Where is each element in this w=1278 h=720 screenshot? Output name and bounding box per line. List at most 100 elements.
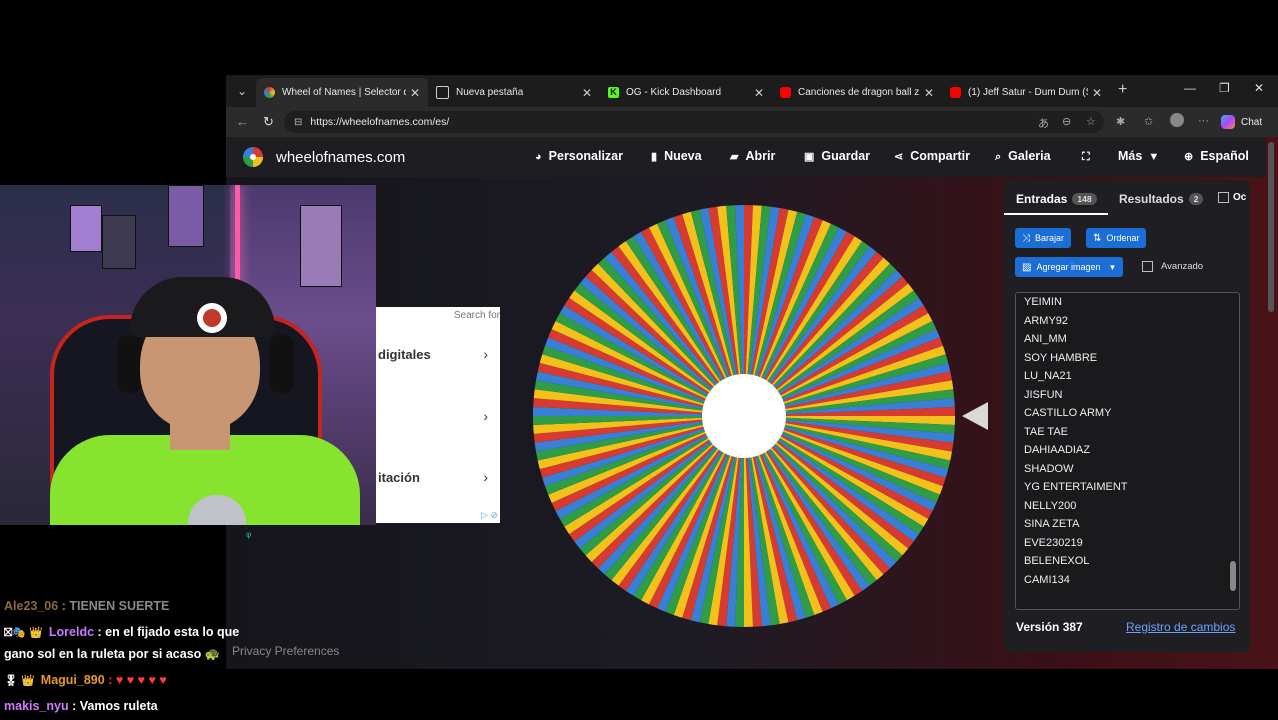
chat-username: makis_nyu	[4, 699, 69, 713]
chat-text: : ♥ ♥ ♥ ♥ ♥	[108, 673, 167, 687]
ad-row[interactable]: digitales	[378, 347, 431, 362]
favorite-star-icon[interactable]: ☆	[1086, 115, 1096, 128]
back-arrow-icon[interactable]: ←	[236, 114, 249, 129]
entries-scrollbar[interactable]	[1230, 295, 1236, 605]
youtube-favicon-icon	[780, 87, 791, 98]
nav-compartir[interactable]: ⋖ Compartir	[894, 149, 970, 163]
entry-item: SOY HAMBRE	[1024, 351, 1098, 364]
tab-youtube-jeff-satur[interactable]: (1) Jeff Satur - Dum Dum (Sub ✕	[942, 78, 1110, 107]
privacy-preferences-link[interactable]: Privacy Preferences	[232, 644, 339, 658]
entries-scrollbar-thumb[interactable]	[1230, 561, 1236, 591]
webcam-headphone	[118, 335, 142, 393]
url-text: https://wheelofnames.com/es/	[310, 116, 450, 128]
close-icon[interactable]: ✕	[1092, 86, 1102, 100]
chat-text: : en el fijado esta lo que	[97, 625, 240, 639]
nav-guardar[interactable]: ▣ Guardar	[804, 149, 870, 163]
entry-item: LU_NA21	[1024, 370, 1072, 382]
entry-item: BELENEXOL	[1024, 555, 1090, 567]
add-image-button[interactable]: ▨ Agregar imagen ▼	[1015, 257, 1124, 277]
hide-panel-toggle[interactable]: Oc	[1218, 192, 1246, 203]
address-bar-row: ← ↻ ⊟ https://wheelofnames.com/es/ あ ⊖ ☆…	[226, 107, 1278, 137]
more-options-icon[interactable]: ···	[1198, 115, 1209, 127]
sort-button[interactable]: ⇅ Ordenar	[1086, 228, 1147, 248]
ad-row[interactable]: itación	[378, 470, 420, 485]
wheel-center[interactable]	[702, 374, 786, 458]
wheelofnames-favicon-icon	[264, 87, 275, 98]
page-scrollbar-thumb[interactable]	[1268, 142, 1274, 312]
new-tab-plus-icon[interactable]: +	[1118, 81, 1127, 99]
entry-item: TAE TAE	[1024, 425, 1069, 438]
chat-text: : TIENEN SUERTE	[61, 599, 170, 613]
chat-badges: ⛝🎭 👑	[4, 627, 46, 639]
copilot-icon	[1221, 115, 1235, 129]
changelog-link[interactable]: Registro de cambios	[1126, 620, 1235, 634]
tracking-icon[interactable]: ⊖	[1062, 115, 1071, 128]
tab-youtube-dragon-ball[interactable]: Canciones de dragon ball z pel ✕	[772, 78, 942, 107]
tab-label: Canciones de dragon ball z pel	[798, 87, 920, 98]
chat-message: Ale23_06 : TIENEN SUERTE	[4, 599, 169, 613]
close-icon[interactable]: ✕	[582, 86, 592, 100]
tab-resultados[interactable]: Resultados 2	[1119, 192, 1204, 206]
copilot-chat-button[interactable]: Chat	[1221, 112, 1262, 132]
checkbox-icon	[1218, 192, 1229, 203]
entry-item: YEIMIN	[1024, 296, 1062, 308]
chevron-down-icon: ▼	[1108, 262, 1117, 272]
tab-kick-dashboard[interactable]: K OG - Kick Dashboard ✕	[600, 78, 772, 107]
translate-icon[interactable]: あ	[1038, 115, 1049, 131]
favorites-icon[interactable]: ✩	[1144, 115, 1153, 128]
window-close-icon[interactable]: ✕	[1254, 81, 1264, 95]
tab-new-tab[interactable]: Nueva pestaña ✕	[428, 78, 600, 107]
results-count-badge: 2	[1188, 193, 1204, 205]
entry-item: JISFUN	[1024, 388, 1063, 401]
active-tab-underline	[1004, 213, 1108, 215]
page-scrollbar[interactable]	[1268, 142, 1274, 642]
ad-choices-icon[interactable]: ▷ ⊘	[481, 510, 498, 521]
ad-box[interactable]: Search for digitales › › itación › ▷ ⊘	[376, 307, 500, 523]
reload-icon[interactable]: ↻	[263, 114, 274, 130]
nav-personalizar[interactable]: ◕ Personalizar	[535, 149, 623, 163]
restore-icon[interactable]: ❐	[1219, 81, 1230, 95]
profile-avatar[interactable]	[1170, 113, 1184, 127]
advanced-checkbox[interactable]: Avanzado	[1142, 261, 1203, 272]
palette-icon: ◕	[535, 151, 542, 163]
webcam-poster	[300, 205, 342, 287]
nav-mas[interactable]: Más ▼	[1118, 149, 1159, 163]
nav-idioma[interactable]: ⊕ Español	[1184, 149, 1249, 163]
chat-username: Ale23_06	[4, 599, 59, 613]
logo-text: wheelofnames.com	[276, 148, 406, 166]
extensions-icon[interactable]: ✱	[1116, 115, 1125, 128]
url-field[interactable]: ⊟ https://wheelofnames.com/es/	[284, 111, 1104, 133]
tab-entradas[interactable]: Entradas 148	[1016, 192, 1097, 206]
webcam-cap-logo	[197, 303, 227, 333]
entry-item: NELLY200	[1024, 499, 1077, 512]
nav-nueva[interactable]: ▮ Nueva	[651, 149, 702, 163]
shuffle-button[interactable]: ⤨ Barajar	[1015, 228, 1072, 248]
nav-abrir[interactable]: ▰ Abrir	[730, 149, 775, 163]
name-wheel[interactable]	[532, 204, 956, 628]
site-logo[interactable]: wheelofnames.com	[242, 146, 405, 168]
minimize-icon[interactable]: —	[1184, 81, 1196, 95]
fullscreen-icon: ⛶	[1082, 151, 1090, 163]
chat-label: Chat	[1241, 116, 1263, 128]
chevron-right-icon: ›	[483, 469, 488, 485]
hover-marker-icon: ᵠ	[246, 529, 252, 543]
sort-icon: ⇅	[1093, 232, 1102, 244]
nav-fullscreen[interactable]: ⛶	[1082, 149, 1097, 164]
close-icon[interactable]: ✕	[924, 86, 934, 100]
entry-item: CAMI134	[1024, 573, 1070, 586]
newtab-favicon-icon	[436, 86, 449, 99]
chat-message: ⛝🎭 👑 Loreldc : en el fijado esta lo que	[4, 625, 239, 640]
chat-text: : Vamos ruleta	[72, 699, 158, 713]
site-info-icon[interactable]: ⊟	[294, 117, 302, 128]
tab-list-dropdown-icon[interactable]: ⌄	[232, 81, 252, 101]
search-icon: ⌕	[995, 151, 1002, 163]
close-icon[interactable]: ✕	[754, 86, 764, 100]
chevron-down-icon: ▼	[1148, 151, 1160, 163]
tab-wheel-of-names[interactable]: Wheel of Names | Selector de n ✕	[256, 78, 428, 107]
close-icon[interactable]: ✕	[410, 86, 420, 100]
nav-galeria[interactable]: ⌕ Galeria	[995, 149, 1051, 164]
entries-textarea[interactable]: YEIMIN ARMY92 ANI_MM SOY HAMBRE LU_NA21 JISFU…	[1015, 292, 1240, 610]
tab-bar: ⌄ Wheel of Names | Selector de n ✕ Nueva…	[226, 75, 1278, 107]
chat-badges: 🎖 👑	[4, 675, 38, 687]
youtube-favicon-icon	[950, 87, 961, 98]
